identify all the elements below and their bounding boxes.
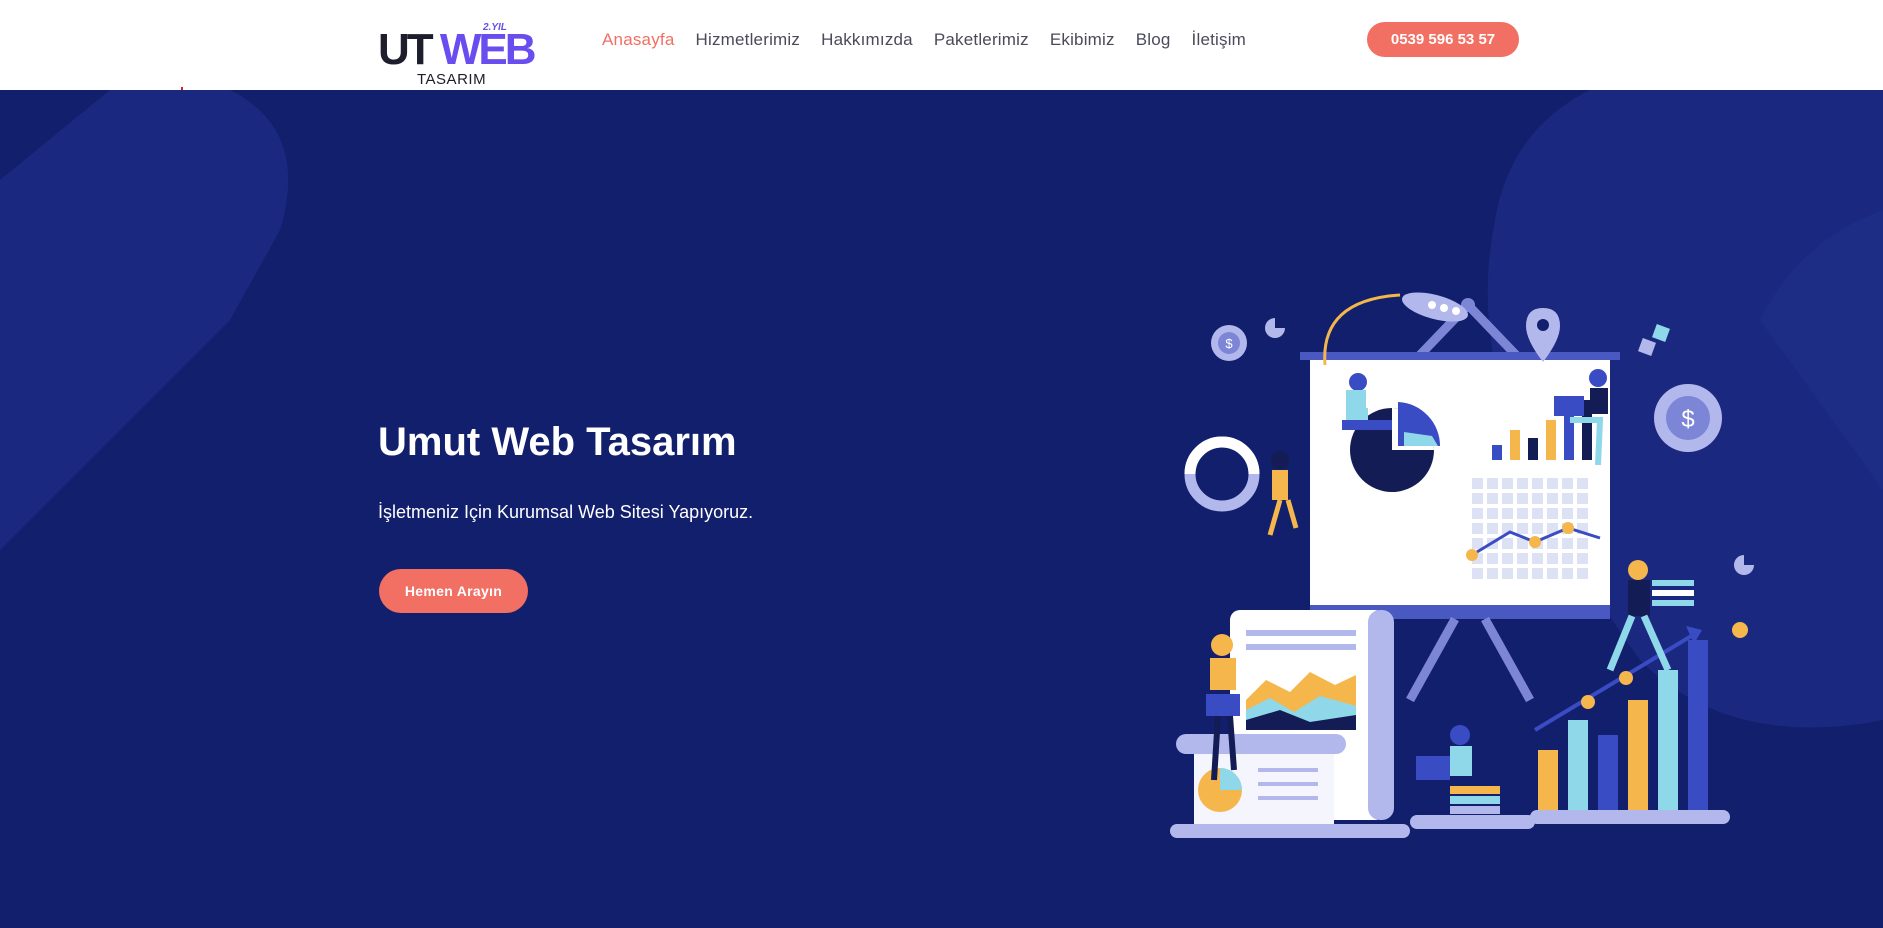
person-laptop-bottom-icon [1416,725,1500,814]
grid-cell [1517,478,1528,489]
grid-cell [1472,478,1483,489]
pie-deco-icon [1734,555,1754,575]
grid-cell [1547,493,1558,504]
call-now-button[interactable]: Hemen Arayın [379,569,528,613]
svg-text:$: $ [1225,336,1233,351]
hero-section: Umut Web Tasarım İşletmeniz Için Kurumsa… [0,90,1883,928]
grid-cell [1502,493,1513,504]
grid-cell [1517,553,1528,564]
site-header: UT WEB 2.YIL TASARIM Anasayfa Hizmetleri… [0,0,1883,90]
dollar-gear-icon-large: $ [1654,384,1722,452]
grid-cell [1487,508,1498,519]
person-running-icon [1606,560,1694,672]
grid-cell [1487,478,1498,489]
nav-item-hizmetlerimiz[interactable]: Hizmetlerimiz [695,30,800,50]
grid-cell [1532,508,1543,519]
logo-wordmark: UT WEB [378,25,537,74]
donut-chart-icon [1184,436,1260,512]
grid-cell [1562,508,1573,519]
hero-title: Umut Web Tasarım [378,420,737,464]
decorative-dot [181,87,183,90]
grid-cell [1577,568,1588,579]
dollar-gear-icon: $ [1211,325,1247,361]
grid-cell [1532,553,1543,564]
svg-text:$: $ [1681,406,1694,433]
grid-cell [1577,553,1588,564]
grid-cell [1472,508,1483,519]
grid-cell [1487,493,1498,504]
grid-cell [1487,523,1498,534]
grid-cell [1517,508,1528,519]
site-logo[interactable]: UT WEB 2.YIL TASARIM [378,22,537,88]
grid-cell [1577,478,1588,489]
grid-cell [1487,568,1498,579]
grid-cell [1532,523,1543,534]
grid-cell [1472,568,1483,579]
nav-item-blog[interactable]: Blog [1136,30,1171,50]
nav-item-iletisim[interactable]: İletişim [1192,30,1247,50]
grid-cell [1562,493,1573,504]
grid-cell [1502,538,1513,549]
grid-cell [1532,493,1543,504]
grid-cell [1547,508,1558,519]
grid-cell [1532,478,1543,489]
grid-cell [1562,538,1573,549]
grid-cell [1562,568,1573,579]
grid-cell [1472,538,1483,549]
grid-cell [1487,553,1498,564]
grid-cell [1532,568,1543,579]
grid-cell [1577,508,1588,519]
puzzle-icon [1638,324,1670,356]
nav-item-hakkimizda[interactable]: Hakkımızda [821,30,913,50]
grid-cell [1517,523,1528,534]
hero-subtitle: İşletmeniz Için Kurumsal Web Sitesi Yapı… [378,502,754,522]
grid-cell [1547,553,1558,564]
grid-cell [1502,478,1513,489]
grid-cell [1517,493,1528,504]
document-icon [1170,610,1410,838]
hero-illustration: $ $ [1170,292,1754,838]
pie-deco-icon [1265,318,1285,338]
nav-item-paketlerimiz[interactable]: Paketlerimiz [934,30,1029,50]
logo-badge: 2.YIL [483,22,507,33]
grid-cell [1547,538,1558,549]
grid-cell [1502,508,1513,519]
grid-cell [1547,478,1558,489]
person-climbing-icon [1267,451,1299,536]
logo-subtitle: TASARIM [417,71,487,88]
grid-cell [1577,538,1588,549]
phone-button[interactable]: 0539 596 53 57 [1367,22,1519,57]
logo-prefix: UT [378,25,434,74]
nav-item-anasayfa[interactable]: Anasayfa [602,30,674,50]
grid-cell [1562,553,1573,564]
nav-item-ekibimiz[interactable]: Ekibimiz [1050,30,1115,50]
grid-cell [1502,568,1513,579]
grid-cell [1472,493,1483,504]
grid-cell [1517,568,1528,579]
grid-cell [1472,523,1483,534]
main-nav: Anasayfa Hizmetlerimiz Hakkımızda Paketl… [602,30,1267,50]
grid-cell [1562,478,1573,489]
grid-cell [1547,568,1558,579]
grid-cell [1577,493,1588,504]
grid-cell [1502,553,1513,564]
